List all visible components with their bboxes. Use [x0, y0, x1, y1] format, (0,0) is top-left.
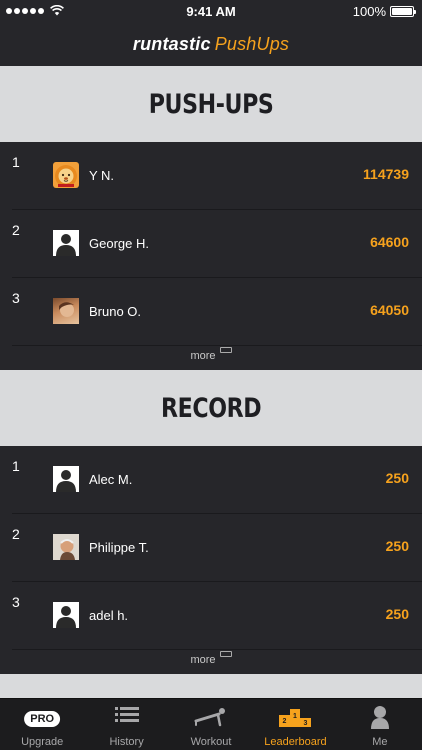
more-label: more	[190, 654, 216, 666]
nav-bar: runtastic PushUps	[0, 24, 422, 66]
user-name: adel h.	[89, 608, 129, 623]
tab-label: Upgrade	[21, 736, 64, 748]
svg-text:1: 1	[293, 713, 297, 720]
status-bar: 9:41 AM 100%	[0, 0, 422, 24]
leaderboard-row[interactable]: 2 George H. 64600	[0, 210, 422, 278]
tab-label: Leaderboard	[264, 736, 327, 748]
user-name: George H.	[89, 236, 149, 251]
pushup-icon	[194, 708, 226, 727]
rank-number: 1	[12, 458, 20, 474]
svg-text:3: 3	[304, 720, 308, 727]
leaderboard-row[interactable]: 3 Bruno O. 64050	[0, 278, 422, 346]
score-value: 64600	[370, 234, 409, 250]
default-user-avatar-icon	[53, 602, 79, 628]
app-name: PushUps	[214, 34, 290, 54]
user-name: Y N.	[89, 168, 115, 183]
photo-avatar	[53, 298, 79, 324]
svg-text:2: 2	[283, 718, 287, 725]
section-title: PUSH-UPS	[148, 88, 274, 120]
tab-upgrade[interactable]: PRO Upgrade	[0, 699, 84, 750]
section-header-record: RECORD	[0, 370, 422, 446]
user-name: Bruno O.	[89, 304, 142, 319]
leaderboard-row[interactable]: 3 adel h. 250	[0, 582, 422, 650]
battery-icon	[390, 6, 416, 17]
pro-badge-icon: PRO	[24, 709, 61, 727]
leaderboard-row[interactable]: 1 Alec M. 250	[0, 446, 422, 514]
tab-workout[interactable]: Workout	[169, 699, 253, 750]
tab-bar: PRO Upgrade History Workout 1 2 3 Leader…	[0, 698, 422, 750]
rank-number: 3	[12, 594, 20, 610]
user-name: Philippe T.	[89, 540, 149, 555]
leaderboard-content[interactable]: PUSH-UPS 1 Y N. 114739 2 George H. 64600…	[0, 66, 422, 698]
rank-number: 3	[12, 290, 20, 306]
lion-avatar-icon	[53, 162, 79, 188]
more-button[interactable]: more	[0, 346, 422, 370]
section-header-next	[0, 674, 422, 698]
leaderboard-row[interactable]: 2 Philippe T. 250	[0, 514, 422, 582]
score-value: 250	[385, 606, 409, 622]
tab-leaderboard[interactable]: 1 2 3 Leaderboard	[253, 699, 337, 750]
tab-label: Workout	[190, 736, 232, 748]
person-icon	[370, 706, 389, 729]
more-label: more	[190, 350, 216, 362]
user-name: Alec M.	[89, 472, 133, 487]
tab-label: Me	[372, 736, 388, 748]
more-button[interactable]: more	[0, 650, 422, 674]
tab-history[interactable]: History	[84, 699, 168, 750]
pro-badge-label: PRO	[24, 711, 61, 727]
brand-name: runtastic	[132, 34, 211, 54]
list-icon	[114, 707, 139, 722]
battery-percent: 100%	[352, 4, 386, 19]
section-header-pushups: PUSH-UPS	[0, 66, 422, 142]
disclosure-icon	[219, 651, 232, 657]
rank-number: 1	[12, 154, 20, 170]
rank-number: 2	[12, 222, 20, 238]
score-value: 114739	[363, 166, 409, 182]
app-logo: runtastic PushUps	[0, 34, 422, 55]
default-user-avatar-icon	[53, 466, 79, 492]
score-value: 250	[385, 538, 409, 554]
tab-me[interactable]: Me	[338, 699, 422, 750]
tab-label: History	[109, 736, 144, 748]
score-value: 64050	[370, 302, 409, 318]
leaderboard-row[interactable]: 1 Y N. 114739	[0, 142, 422, 210]
disclosure-icon	[219, 347, 232, 353]
photo-avatar	[53, 534, 79, 560]
default-user-avatar-icon	[53, 230, 79, 256]
section-title: RECORD	[160, 392, 262, 424]
rank-number: 2	[12, 526, 20, 542]
podium-icon: 1 2 3	[279, 709, 312, 727]
score-value: 250	[385, 470, 409, 486]
